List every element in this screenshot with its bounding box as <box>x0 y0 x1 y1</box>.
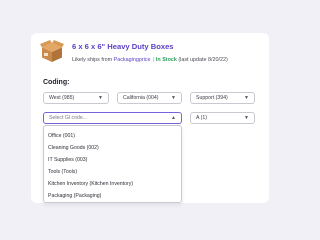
gl-option-kitchen-inventory[interactable]: Kitchen Inventory (Kitchen Inventory) <box>44 178 181 190</box>
chevron-down-icon: ▼ <box>98 95 103 101</box>
quantity-select-value: A (1) <box>196 115 207 121</box>
last-update-text: (last update 8/20/22) <box>178 57 228 63</box>
ships-from-link[interactable]: Packagingprice <box>114 57 151 63</box>
info-separator: | <box>152 57 154 63</box>
gl-option-tools[interactable]: Tools (Tools) <box>44 166 181 178</box>
chevron-up-icon: ▲ <box>171 115 176 121</box>
department-select[interactable]: Support (394) ▼ <box>190 92 255 104</box>
region-select-value: West (985) <box>49 95 75 101</box>
chevron-down-icon: ▼ <box>244 115 249 121</box>
gl-option-cleaning-goods[interactable]: Cleaning Goods (002) <box>44 142 181 154</box>
region-select[interactable]: West (985) ▼ <box>43 92 109 104</box>
gl-option-it-supplies[interactable]: IT Supplies (003) <box>44 154 181 166</box>
gl-code-dropdown: Office (001) Cleaning Goods (002) IT Sup… <box>43 125 182 203</box>
chevron-down-icon: ▼ <box>244 95 249 101</box>
stock-status: In Stock <box>155 57 177 63</box>
gl-option-packaging[interactable]: Packaging (Packaging) <box>44 190 181 202</box>
gl-code-select[interactable]: Select Gl code... ▲ <box>43 112 182 124</box>
product-shipping-info: Likely ships from Packagingprice | In Stoc… <box>72 57 228 63</box>
product-title: 6 x 6 x 6" Heavy Duty Boxes <box>72 42 174 51</box>
chevron-down-icon: ▼ <box>171 95 176 101</box>
department-select-value: Support (394) <box>196 95 228 101</box>
ships-from-prefix: Likely ships from <box>72 57 114 63</box>
coding-label: Coding: <box>43 79 70 86</box>
state-select-value: California (004) <box>123 95 159 101</box>
gl-option-office[interactable]: Office (001) <box>44 130 181 142</box>
quantity-select[interactable]: A (1) ▼ <box>190 112 255 124</box>
gl-code-placeholder: Select Gl code... <box>49 115 88 121</box>
cardboard-box-icon <box>40 40 64 62</box>
state-select[interactable]: California (004) ▼ <box>117 92 182 104</box>
